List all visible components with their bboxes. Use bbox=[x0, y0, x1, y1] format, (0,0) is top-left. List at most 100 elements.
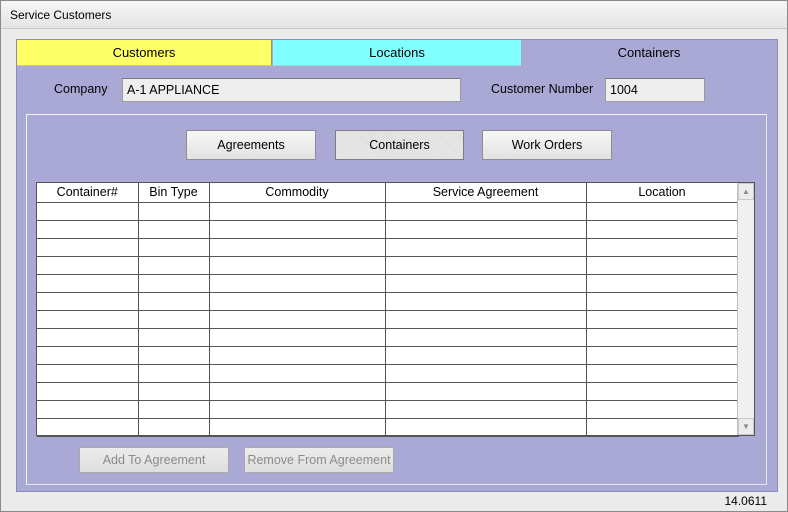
table-row[interactable] bbox=[37, 220, 739, 239]
table-cell[interactable] bbox=[385, 310, 587, 329]
table-cell[interactable] bbox=[37, 328, 139, 347]
table-cell[interactable] bbox=[37, 238, 139, 257]
service-customers-window: Service Customers Customers Locations Co… bbox=[0, 0, 788, 512]
tab-locations[interactable]: Locations bbox=[273, 40, 521, 66]
table-cell[interactable] bbox=[37, 220, 139, 239]
table-cell[interactable] bbox=[586, 292, 739, 311]
table-cell[interactable] bbox=[209, 292, 386, 311]
table-cell[interactable] bbox=[586, 310, 739, 329]
table-cell[interactable] bbox=[385, 220, 587, 239]
table-cell[interactable] bbox=[138, 220, 210, 239]
table-cell[interactable] bbox=[209, 274, 386, 293]
table-row[interactable] bbox=[37, 238, 739, 257]
table-row[interactable] bbox=[37, 328, 739, 347]
table-cell[interactable] bbox=[37, 274, 139, 293]
column-header-service-agreement[interactable]: Service Agreement bbox=[385, 183, 587, 203]
tab-containers[interactable]: Containers bbox=[521, 41, 777, 63]
grid-vertical-scrollbar[interactable]: ▲ ▼ bbox=[737, 183, 754, 435]
table-cell[interactable] bbox=[138, 346, 210, 365]
table-row[interactable] bbox=[37, 400, 739, 419]
table-cell[interactable] bbox=[138, 292, 210, 311]
table-cell[interactable] bbox=[138, 328, 210, 347]
table-cell[interactable] bbox=[37, 292, 139, 311]
table-cell[interactable] bbox=[209, 400, 386, 419]
column-header-commodity[interactable]: Commodity bbox=[209, 183, 386, 203]
table-cell[interactable] bbox=[209, 346, 386, 365]
table-cell[interactable] bbox=[385, 400, 587, 419]
table-cell[interactable] bbox=[138, 382, 210, 401]
table-cell[interactable] bbox=[385, 346, 587, 365]
table-cell[interactable] bbox=[586, 364, 739, 383]
table-cell[interactable] bbox=[37, 256, 139, 275]
work-orders-button[interactable]: Work Orders bbox=[482, 130, 612, 160]
column-header-bin-type[interactable]: Bin Type bbox=[138, 183, 210, 203]
table-cell[interactable] bbox=[586, 328, 739, 347]
tab-customers[interactable]: Customers bbox=[17, 40, 272, 66]
add-to-agreement-button[interactable]: Add To Agreement bbox=[79, 447, 229, 473]
table-cell[interactable] bbox=[385, 364, 587, 383]
table-cell[interactable] bbox=[138, 364, 210, 383]
containers-button[interactable]: Containers bbox=[335, 130, 464, 160]
table-cell[interactable] bbox=[37, 202, 139, 221]
title-bar: Service Customers bbox=[1, 1, 787, 29]
table-row[interactable] bbox=[37, 364, 739, 383]
table-row[interactable] bbox=[37, 418, 739, 437]
table-cell[interactable] bbox=[385, 274, 587, 293]
table-cell[interactable] bbox=[37, 400, 139, 419]
table-cell[interactable] bbox=[586, 400, 739, 419]
table-cell[interactable] bbox=[37, 418, 139, 437]
table-cell[interactable] bbox=[138, 310, 210, 329]
table-row[interactable] bbox=[37, 310, 739, 329]
table-cell[interactable] bbox=[37, 364, 139, 383]
table-row[interactable] bbox=[37, 202, 739, 221]
table-cell[interactable] bbox=[209, 238, 386, 257]
table-row[interactable] bbox=[37, 382, 739, 401]
company-field[interactable]: A-1 APPLIANCE bbox=[122, 78, 461, 102]
table-cell[interactable] bbox=[586, 382, 739, 401]
company-label: Company bbox=[54, 82, 108, 96]
table-row[interactable] bbox=[37, 274, 739, 293]
customer-number-field[interactable]: 1004 bbox=[605, 78, 705, 102]
table-cell[interactable] bbox=[586, 346, 739, 365]
table-cell[interactable] bbox=[138, 418, 210, 437]
scroll-down-arrow-icon[interactable]: ▼ bbox=[738, 418, 754, 435]
table-cell[interactable] bbox=[385, 382, 587, 401]
table-cell[interactable] bbox=[209, 310, 386, 329]
table-row[interactable] bbox=[37, 256, 739, 275]
column-header-location[interactable]: Location bbox=[586, 183, 739, 203]
table-cell[interactable] bbox=[385, 328, 587, 347]
table-cell[interactable] bbox=[209, 418, 386, 437]
table-cell[interactable] bbox=[209, 256, 386, 275]
table-cell[interactable] bbox=[586, 274, 739, 293]
table-cell[interactable] bbox=[209, 382, 386, 401]
table-cell[interactable] bbox=[385, 292, 587, 311]
table-cell[interactable] bbox=[138, 202, 210, 221]
table-cell[interactable] bbox=[586, 238, 739, 257]
table-cell[interactable] bbox=[209, 202, 386, 221]
table-cell[interactable] bbox=[586, 418, 739, 437]
scroll-up-arrow-icon[interactable]: ▲ bbox=[738, 183, 754, 200]
table-cell[interactable] bbox=[138, 274, 210, 293]
agreements-button[interactable]: Agreements bbox=[186, 130, 316, 160]
table-cell[interactable] bbox=[138, 400, 210, 419]
containers-grid[interactable]: Container# Bin Type Commodity Service Ag… bbox=[36, 182, 755, 437]
table-row[interactable] bbox=[37, 346, 739, 365]
table-cell[interactable] bbox=[37, 382, 139, 401]
table-cell[interactable] bbox=[385, 418, 587, 437]
table-cell[interactable] bbox=[209, 220, 386, 239]
table-cell[interactable] bbox=[209, 364, 386, 383]
table-cell[interactable] bbox=[385, 238, 587, 257]
table-cell[interactable] bbox=[586, 220, 739, 239]
table-cell[interactable] bbox=[138, 256, 210, 275]
table-cell[interactable] bbox=[385, 202, 587, 221]
table-row[interactable] bbox=[37, 292, 739, 311]
table-cell[interactable] bbox=[209, 328, 386, 347]
table-cell[interactable] bbox=[385, 256, 587, 275]
remove-from-agreement-button[interactable]: Remove From Agreement bbox=[244, 447, 394, 473]
table-cell[interactable] bbox=[586, 256, 739, 275]
column-header-container-number[interactable]: Container# bbox=[37, 183, 139, 203]
table-cell[interactable] bbox=[37, 310, 139, 329]
table-cell[interactable] bbox=[37, 346, 139, 365]
table-cell[interactable] bbox=[586, 202, 739, 221]
table-cell[interactable] bbox=[138, 238, 210, 257]
